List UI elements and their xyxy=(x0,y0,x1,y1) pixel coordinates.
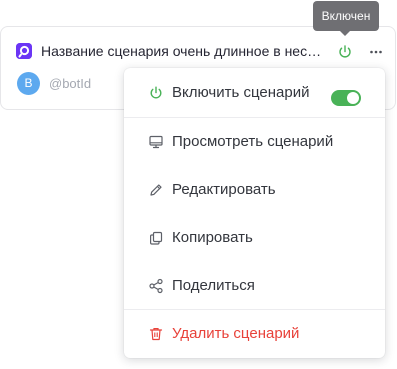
menu-item-label: Копировать xyxy=(172,229,253,246)
enable-scenario-toggle[interactable] xyxy=(331,90,361,106)
trash-icon xyxy=(149,328,163,341)
scenario-title: Название сценария очень длинное в нескол… xyxy=(41,43,325,59)
menu-divider xyxy=(124,117,385,118)
pencil-icon xyxy=(150,184,162,196)
bot-avatar: B xyxy=(17,72,40,95)
monitor-icon xyxy=(149,135,163,149)
power-icon xyxy=(150,86,162,99)
power-icon xyxy=(339,45,351,58)
share-icon xyxy=(149,278,163,294)
app-logo-icon xyxy=(16,43,32,59)
menu-item-label: Удалить сценарий xyxy=(172,325,300,342)
menu-item-view-scenario[interactable]: Просмотреть сценарий xyxy=(124,122,385,162)
menu-item-enable-scenario[interactable]: Включить сценарий xyxy=(124,73,385,113)
more-options-button[interactable] xyxy=(367,43,385,61)
menu-item-label: Поделиться xyxy=(172,277,255,294)
menu-item-copy[interactable]: Копировать xyxy=(124,218,385,258)
menu-item-label: Просмотреть сценарий xyxy=(172,133,334,150)
status-tooltip: Включен xyxy=(313,1,379,31)
stage: Название сценария очень длинное в нескол… xyxy=(0,0,397,369)
menu-item-edit[interactable]: Редактировать xyxy=(124,170,385,210)
menu-divider xyxy=(124,309,385,310)
copy-icon xyxy=(150,231,163,245)
menu-item-label: Редактировать xyxy=(172,181,276,198)
more-horizontal-icon xyxy=(370,50,382,54)
scenario-context-menu: Включить сценарий Просмотреть сценарий Р… xyxy=(124,68,385,358)
toggle-knob xyxy=(347,92,359,104)
power-toggle-button[interactable] xyxy=(336,43,354,61)
menu-item-delete-scenario[interactable]: Удалить сценарий xyxy=(124,314,385,354)
menu-item-label: Включить сценарий xyxy=(172,84,310,101)
menu-item-share[interactable]: Поделиться xyxy=(124,266,385,306)
tooltip-arrow xyxy=(340,31,350,36)
bot-id: @botId xyxy=(49,76,92,91)
